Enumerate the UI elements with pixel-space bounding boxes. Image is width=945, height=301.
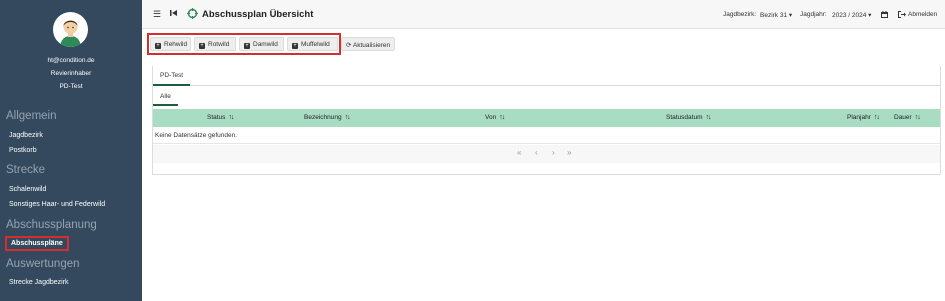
section-auswertungen: Auswertungen [6, 258, 80, 270]
section-abschussplanung: Abschussplanung [6, 219, 97, 231]
avatar[interactable] [53, 12, 88, 47]
jagdjahr-value: 2023 / 2024 [832, 12, 867, 19]
sidebar-item-schalenwild[interactable]: Schalenwild [9, 186, 46, 193]
sort-icon: ↑↓ [499, 114, 505, 121]
sidebar: ht@condition.de Revierinhaber PD-Test Al… [0, 0, 142, 301]
tab-alle[interactable]: Alle [153, 88, 178, 106]
panel-footer [152, 170, 941, 175]
user-email: ht@condition.de [47, 57, 95, 64]
sort-icon: ↑↓ [873, 114, 880, 121]
jagdbezirk-value: Bezirk 31 [760, 12, 788, 19]
sort-icon: ↑↓ [914, 114, 921, 121]
add-rehwild-button[interactable]: + Rehwild [150, 37, 191, 51]
empty-message: Keine Datensätze gefunden. [155, 132, 238, 139]
tab-pd-test[interactable]: PD-Test [153, 66, 191, 86]
sidebar-item-sonstiges[interactable]: Sonstiges Haar- und Federwild [9, 201, 105, 208]
menu-icon[interactable]: ☰ [153, 9, 161, 20]
column-dauer[interactable]: Dauer ↑↓ [894, 114, 921, 121]
tab-bar [152, 66, 941, 86]
logout-icon[interactable] [898, 10, 906, 20]
sort-icon: ↑↓ [344, 114, 351, 121]
prev-page-button[interactable]: ‹ [535, 148, 538, 157]
refresh-button[interactable]: ⟳ Aktualisieren [341, 37, 395, 51]
calendar-icon[interactable] [881, 10, 888, 20]
plus-icon: + [155, 43, 161, 49]
sidebar-item-strecke-jagdbezirk[interactable]: Strecke Jagdbezirk [9, 279, 69, 286]
page-title: Abschussplan Übersicht [202, 9, 314, 20]
add-damwild-button[interactable]: + Damwild [239, 37, 284, 51]
first-page-button[interactable]: « [517, 148, 521, 157]
chevron-down-icon: ▾ [868, 12, 872, 19]
top-header: ☰ Abschussplan Übersicht Jagdbezirk: Bez… [142, 0, 945, 29]
sidebar-item-postkorb[interactable]: Postkorb [9, 147, 37, 154]
plus-icon: + [292, 43, 298, 49]
skip-back-icon[interactable] [170, 9, 177, 19]
last-page-button[interactable]: » [567, 148, 571, 157]
column-statusdatum[interactable]: Statusdatum ↑↓ [666, 114, 712, 121]
crosshair-logo-icon [187, 8, 198, 21]
user-account: PD-Test [59, 83, 83, 90]
jagdjahr-label: Jagdjahr: [800, 11, 827, 18]
jagdjahr-select[interactable]: 2023 / 2024 ▾ [830, 8, 873, 21]
next-page-button[interactable]: › [552, 148, 555, 157]
sort-icon: ↑↓ [228, 114, 234, 121]
table-header: Status ↑↓ Bezeichnung ↑↓ Von ↑↓ Statusdatum… [153, 109, 940, 127]
add-rotwild-button[interactable]: + Rotwild [194, 37, 236, 51]
column-planjahr[interactable]: Planjahr ↑↓ [847, 114, 880, 121]
refresh-icon: ⟳ [346, 42, 353, 49]
column-status[interactable]: Status ↑↓ [207, 114, 234, 121]
section-allgemein: Allgemein [6, 110, 57, 122]
jagdbezirk-select[interactable]: Bezirk 31 ▾ [758, 8, 794, 21]
chevron-down-icon: ▾ [788, 12, 793, 19]
table-row [153, 127, 940, 144]
section-strecke: Strecke [6, 164, 45, 176]
sort-icon: ↑↓ [705, 114, 712, 121]
sidebar-item-abschussplaene[interactable]: Abschusspläne [5, 236, 69, 251]
column-bezeichnung[interactable]: Bezeichnung ↑↓ [304, 114, 351, 121]
column-von[interactable]: Von ↑↓ [485, 114, 505, 121]
plus-icon: + [199, 43, 205, 49]
paginator [153, 145, 940, 163]
sidebar-item-jagdbezirk[interactable]: Jagdbezirk [9, 132, 43, 139]
logout-link[interactable]: Abmelden [908, 11, 937, 18]
jagdbezirk-label: Jagdbezirk: [723, 11, 757, 18]
add-muffelwild-button[interactable]: + Muffelwild [287, 37, 338, 51]
plus-icon: + [244, 43, 250, 49]
user-role: Revierinhaber [50, 70, 92, 77]
